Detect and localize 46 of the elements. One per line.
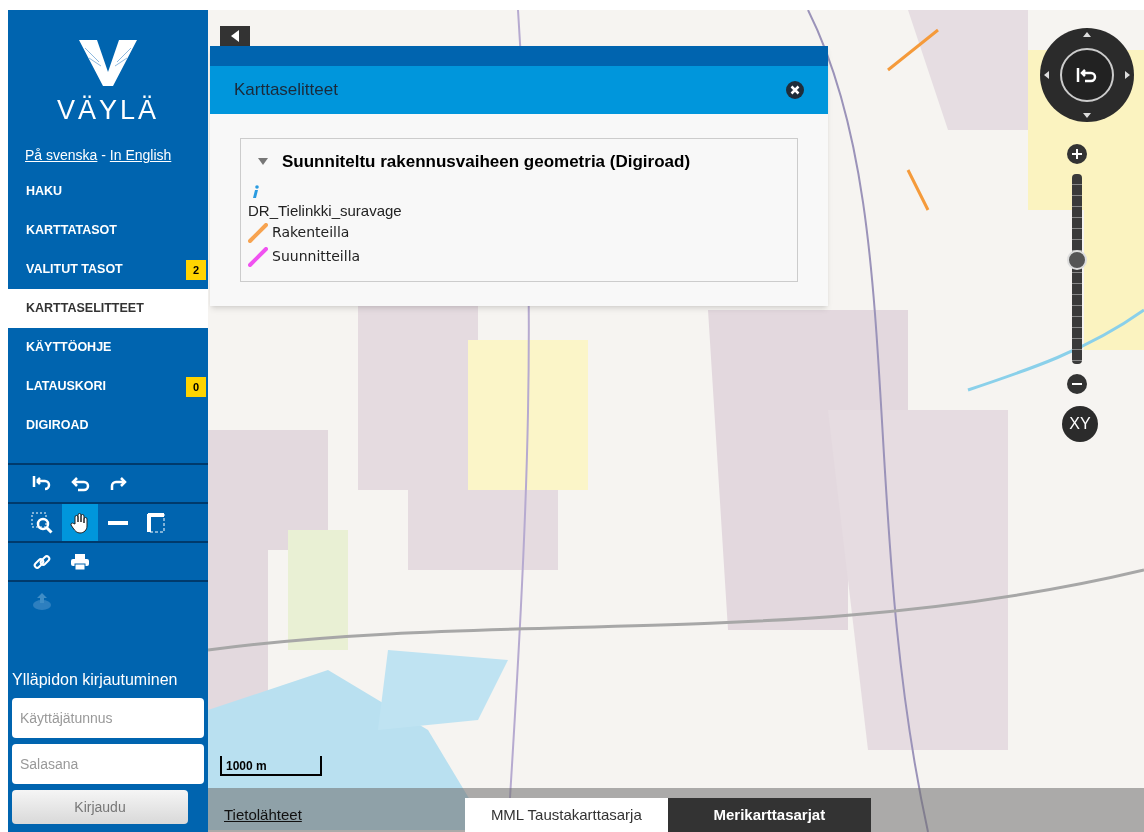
count-badge: 0 xyxy=(186,377,206,397)
plus-icon xyxy=(1072,149,1082,159)
caret-left-icon xyxy=(231,30,239,42)
count-badge: 2 xyxy=(186,260,206,280)
redo-icon xyxy=(108,475,128,492)
layer-name: DR_Tielinkki_suravage xyxy=(248,200,403,221)
minus-icon xyxy=(1072,383,1082,385)
close-icon[interactable] xyxy=(786,81,804,99)
reset-button[interactable] xyxy=(1060,48,1114,102)
map-tab[interactable]: Merikarttasarjat xyxy=(667,798,871,832)
hand-icon xyxy=(70,511,90,534)
reset-view-icon xyxy=(32,475,52,492)
menu-item[interactable]: KARTTATASOT xyxy=(8,211,208,250)
undo-icon xyxy=(70,475,90,492)
info-icon[interactable] xyxy=(251,184,259,199)
printer-icon xyxy=(70,552,90,571)
legend-label: Rakenteilla xyxy=(272,223,350,242)
map-tab[interactable]: MML Taustakarttasarja xyxy=(464,798,668,832)
tool-button[interactable] xyxy=(62,504,98,541)
logo-icon xyxy=(77,38,139,88)
menu-item[interactable]: KARTTASELITTEET xyxy=(8,289,208,328)
area-measure-icon xyxy=(146,511,166,534)
legend-group-title: Suunniteltu rakennusvaiheen geometria (Digiroad) xyxy=(282,151,691,173)
login-title: Ylläpidon kirjautuminen xyxy=(12,670,179,690)
menu-item[interactable]: LATAUSKORI 0 xyxy=(8,367,208,406)
reset-view-icon xyxy=(1076,66,1098,84)
map-view[interactable]: Karttaselitteet Suunniteltu rakennusvaiheen geometria (Digiroad) DR_Tielinkki_suravage Rakenteilla Suunnitteilla XY 1000 m Tietolähteet MML Taustakarttasarja Merikarttasarjat xyxy=(208,10,1144,832)
language-link[interactable]: In English xyxy=(109,147,172,163)
legend-label: Suunnitteilla xyxy=(272,247,361,266)
zoom-box-icon xyxy=(31,511,53,534)
expand-caret-icon[interactable] xyxy=(258,157,268,166)
link-separator: - xyxy=(100,147,107,163)
language-link[interactable]: På svenska xyxy=(25,147,98,163)
upload-icon xyxy=(32,590,52,611)
login-button[interactable]: Kirjaudu xyxy=(12,790,188,824)
data-sources-link[interactable]: Tietolähteet xyxy=(224,803,302,826)
password-field[interactable]: Salasana xyxy=(12,744,204,784)
menu-item[interactable]: HAKU xyxy=(8,172,208,211)
logo-wordmark: VÄYLÄ xyxy=(56,96,160,124)
menu-item[interactable]: DIGIROAD xyxy=(8,406,208,445)
scale-label: 1000 m xyxy=(226,758,267,774)
menu-item[interactable]: VALITUT TASOT 2 xyxy=(8,250,208,289)
username-field[interactable]: Käyttäjätunnus xyxy=(12,698,204,738)
collapse-button[interactable] xyxy=(220,26,250,46)
menu-item[interactable]: KÄYTTÖOHJE xyxy=(8,328,208,367)
panel-title: Karttaselitteet xyxy=(234,79,338,102)
